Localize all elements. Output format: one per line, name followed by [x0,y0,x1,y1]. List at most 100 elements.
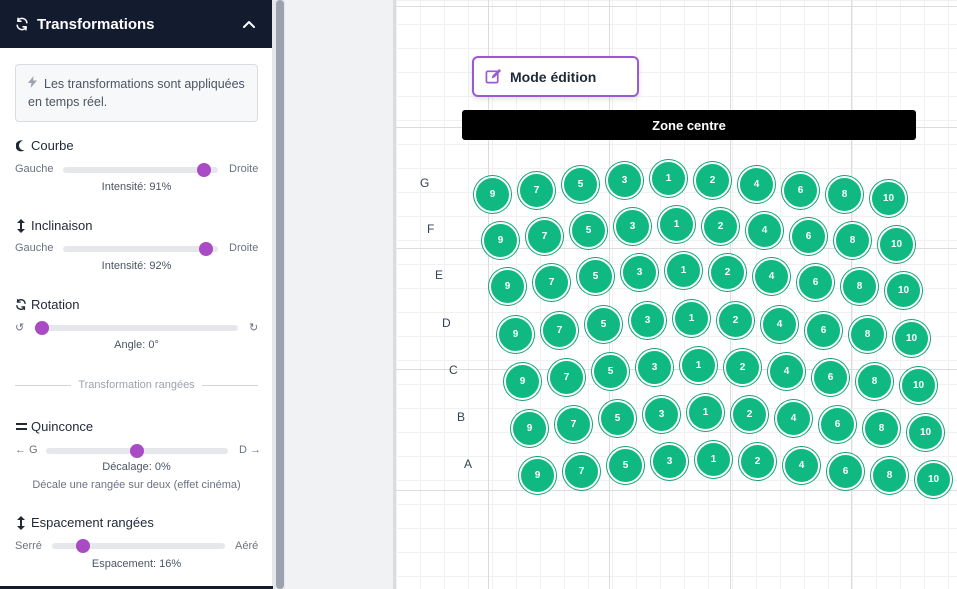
quinconce-value: Décalage: 0% [102,461,171,473]
seat[interactable]: 6 [782,172,819,209]
seat[interactable]: 2 [702,208,739,245]
rotation-section-title: Rotation [15,297,79,312]
seat[interactable]: 7 [548,359,585,396]
seat[interactable]: 1 [680,347,717,384]
seat[interactable]: 10 [907,414,944,451]
seat[interactable]: 1 [650,160,687,197]
seat[interactable]: 2 [709,254,746,291]
seat[interactable]: 6 [812,359,849,396]
seat[interactable]: 7 [526,218,563,255]
seat[interactable]: 7 [533,264,570,301]
seat[interactable]: 8 [849,316,886,353]
quinconce-slider-thumb[interactable] [130,444,144,458]
rotate-left-icon: ↺ [15,322,25,334]
seat[interactable]: 6 [819,406,856,443]
inclinaison-left-label: Gauche [15,242,54,254]
seat[interactable]: 6 [827,453,864,490]
seat[interactable]: 9 [489,268,526,305]
equals-icon [15,420,27,434]
edit-mode-badge[interactable]: Mode édition [472,56,639,97]
seat[interactable]: 1 [658,206,695,243]
seat[interactable]: 3 [643,396,680,433]
seat[interactable]: 6 [805,312,842,349]
seat[interactable]: 9 [474,176,511,213]
seat[interactable]: 9 [497,316,534,353]
seat[interactable]: 8 [863,410,900,447]
seat[interactable]: 3 [636,349,673,386]
seat[interactable]: 4 [738,166,775,203]
seat[interactable]: 5 [562,166,599,203]
seat[interactable]: 5 [599,400,636,437]
rotation-slider[interactable] [34,321,238,335]
zone-header[interactable]: Zone centre [462,110,916,140]
inclinaison-slider[interactable] [63,242,218,256]
chevron-up-icon[interactable] [240,15,258,33]
sidebar-scrollbar-thumb[interactable] [276,0,284,589]
seat[interactable]: 10 [870,180,907,217]
edit-mode-label: Mode édition [510,68,597,85]
courbe-slider-thumb[interactable] [197,163,212,177]
seat[interactable]: 7 [555,406,592,443]
seat[interactable]: 4 [783,447,820,484]
seat[interactable]: 8 [841,268,878,305]
inclinaison-slider-thumb[interactable] [198,242,213,256]
seat[interactable]: 5 [592,353,629,390]
seat[interactable]: 9 [504,363,541,400]
seat[interactable]: 10 [885,272,922,309]
seat[interactable]: 8 [826,176,863,213]
panel-header[interactable]: Transformations [0,0,272,48]
espacement-value: Espacement: 16% [91,558,182,570]
seat[interactable]: 9 [519,457,556,494]
seat[interactable]: 7 [541,312,578,349]
seat[interactable]: 4 [746,212,783,249]
seat[interactable]: 7 [563,453,600,490]
espacement-slider[interactable] [52,539,225,553]
seat[interactable]: 7 [518,172,555,209]
seat[interactable]: 6 [790,218,827,255]
seat[interactable]: 8 [871,457,908,494]
seat[interactable]: 5 [607,447,644,484]
seat[interactable]: 4 [761,306,798,343]
sync-icon [14,16,30,32]
seat[interactable]: 8 [834,222,871,259]
moon-icon [15,139,27,153]
seat[interactable]: 4 [775,400,812,437]
seat[interactable]: 1 [687,394,724,431]
seat[interactable]: 2 [717,302,754,339]
courbe-slider[interactable] [63,163,218,177]
seat[interactable]: 5 [585,306,622,343]
quinconce-slider[interactable] [46,444,228,458]
courbe-section-title: Courbe [15,138,74,153]
courbe-left-label: Gauche [15,163,54,175]
seat[interactable]: 5 [577,258,614,295]
seat[interactable]: 10 [878,226,915,263]
seat[interactable]: 5 [570,212,607,249]
rotate-right-icon: ↻ [249,322,259,334]
seat[interactable]: 2 [724,349,761,386]
seat[interactable]: 9 [511,410,548,447]
seat[interactable]: 1 [665,252,702,289]
seat[interactable]: 2 [694,162,731,199]
seat[interactable]: 9 [482,222,519,259]
rotation-slider-thumb[interactable] [35,321,50,335]
seat[interactable]: 3 [614,208,651,245]
seat[interactable]: 4 [753,258,790,295]
seat[interactable]: 10 [893,320,930,357]
seat[interactable]: 10 [900,367,937,404]
seat[interactable]: 3 [629,302,666,339]
zone-label: Zone centre [652,117,726,133]
seat[interactable]: 3 [606,162,643,199]
seat[interactable]: 2 [739,443,776,480]
seat[interactable]: 1 [695,441,732,478]
seat[interactable]: 6 [797,264,834,301]
row-label-G: G [420,176,430,190]
seat[interactable]: 1 [673,300,710,337]
seat[interactable]: 4 [768,353,805,390]
espacement-slider-thumb[interactable] [76,539,91,553]
seat[interactable]: 3 [621,254,658,291]
seat[interactable]: 3 [651,443,688,480]
quinconce-left-label: ← G [15,444,38,456]
seat[interactable]: 10 [915,461,952,498]
seat[interactable]: 2 [731,396,768,433]
seat[interactable]: 8 [856,363,893,400]
